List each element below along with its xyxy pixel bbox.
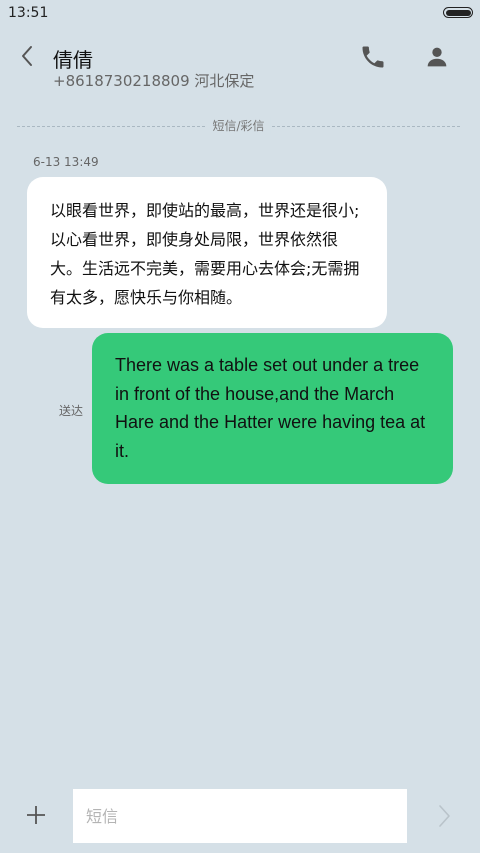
message-composer xyxy=(0,786,480,846)
outgoing-message-bubble[interactable]: There was a table set out under a tree i… xyxy=(92,333,453,484)
conversation-header: 倩倩 +8618730218809 河北保定 xyxy=(0,28,480,108)
contact-info-button[interactable] xyxy=(423,43,451,71)
incoming-message-bubble[interactable]: 以眼看世界，即使站的最高，世界还是很小;以心看世界，即使身处局限，世界依然很大。… xyxy=(27,177,387,328)
battery-level xyxy=(445,9,471,16)
message-timestamp: 6-13 13:49 xyxy=(33,155,99,169)
battery-icon xyxy=(443,7,473,18)
send-chevron-icon xyxy=(439,805,450,827)
contact-name: 倩倩 xyxy=(53,48,93,72)
phone-icon xyxy=(362,46,384,68)
add-attachment-button[interactable] xyxy=(24,803,48,827)
contact-phone-location: +8618730218809 河北保定 xyxy=(53,72,255,90)
back-button[interactable] xyxy=(14,42,42,70)
back-chevron-icon xyxy=(22,46,32,66)
message-input[interactable] xyxy=(73,789,407,843)
send-button[interactable] xyxy=(432,803,456,829)
message-type-label: 短信/彩信 xyxy=(206,117,271,134)
call-button[interactable] xyxy=(359,43,387,71)
person-icon xyxy=(427,47,447,67)
plus-icon xyxy=(27,806,45,824)
message-type-divider: 短信/彩信 xyxy=(17,117,460,135)
status-bar: 13:51 xyxy=(0,0,480,28)
status-time: 13:51 xyxy=(8,5,49,21)
delivery-status: 送达 xyxy=(59,404,84,418)
